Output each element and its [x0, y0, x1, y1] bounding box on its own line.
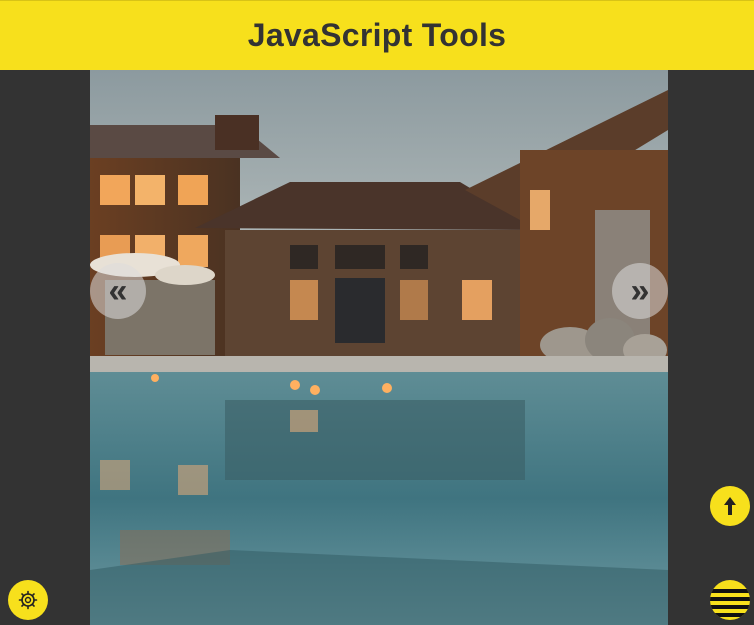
carousel-image — [90, 70, 668, 625]
hamburger-icon — [710, 589, 750, 617]
chevron-double-left-icon: « — [108, 272, 128, 310]
page-title: JavaScript Tools — [247, 17, 507, 53]
settings-button[interactable] — [8, 580, 48, 620]
arrow-up-icon — [724, 497, 736, 515]
gear-icon — [18, 590, 38, 610]
image-carousel — [90, 70, 668, 625]
scroll-to-top-button[interactable] — [710, 486, 750, 526]
page-header: JavaScript Tools — [0, 0, 754, 70]
carousel-prev-button[interactable]: « — [90, 263, 146, 319]
carousel-next-button[interactable]: » — [612, 263, 668, 319]
menu-button[interactable] — [710, 580, 750, 620]
chevron-double-right-icon: » — [630, 272, 650, 310]
